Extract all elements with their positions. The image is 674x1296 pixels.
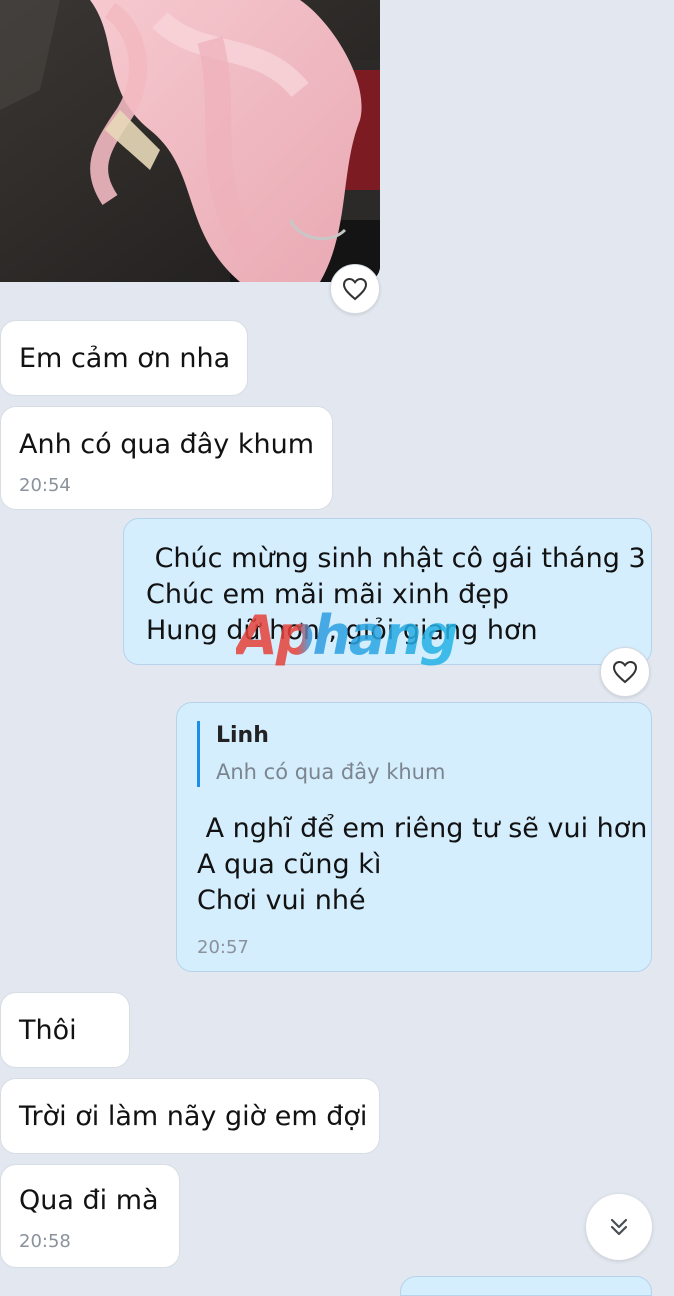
message-text: Trời ơi làm nãy giờ em đợi — [19, 1101, 368, 1132]
message-line: Chơi vui nhé — [197, 885, 366, 916]
bouquet-photo — [0, 0, 380, 282]
message-line: A nghĩ để em riêng tư sẽ vui hơn — [197, 813, 648, 844]
message-line: Hung dữ hơn , giỏi giang hơn — [146, 615, 538, 646]
react-button[interactable] — [600, 647, 650, 697]
heart-icon — [342, 277, 368, 301]
message-text: Thôi — [19, 1015, 77, 1046]
message-text: Anh có qua đây khum — [19, 429, 315, 460]
reply-quote[interactable]: Linh Anh có qua đây khum — [197, 721, 445, 787]
message-timestamp: 20:57 — [197, 937, 249, 958]
message-bubble-outgoing-partial[interactable] — [400, 1276, 652, 1296]
message-line: Chúc mừng sinh nhật cô gái tháng 3 — [146, 543, 646, 574]
scroll-to-bottom-button[interactable] — [586, 1194, 652, 1260]
message-line: Chúc em mãi mãi xinh đẹp — [146, 579, 510, 610]
message-text: Qua đi mà — [19, 1185, 159, 1216]
message-bubble-incoming[interactable]: Qua đi mà 20:58 — [0, 1164, 180, 1268]
message-bubble-incoming[interactable]: Anh có qua đây khum 20:54 — [0, 406, 333, 510]
quote-text: Anh có qua đây khum — [216, 760, 446, 784]
message-bubble-outgoing[interactable]: Chúc mừng sinh nhật cô gái tháng 3 Chúc … — [123, 518, 652, 665]
message-timestamp: 20:54 — [19, 475, 71, 496]
react-button[interactable] — [330, 264, 380, 314]
heart-icon — [612, 660, 638, 684]
message-bubble-incoming[interactable]: Trời ơi làm nãy giờ em đợi — [0, 1078, 380, 1154]
message-bubble-outgoing-reply[interactable]: Linh Anh có qua đây khum A nghĩ để em ri… — [176, 702, 652, 972]
message-body: A nghĩ để em riêng tư sẽ vui hơn A qua c… — [197, 811, 647, 919]
message-line: A qua cũng kì — [197, 849, 382, 880]
double-chevron-down-icon — [610, 1218, 628, 1236]
photo-message[interactable] — [0, 0, 380, 282]
message-text: Em cảm ơn nha — [19, 343, 231, 374]
message-bubble-incoming[interactable]: Em cảm ơn nha — [0, 320, 248, 396]
message-timestamp: 20:58 — [19, 1231, 71, 1252]
quote-author: Linh — [216, 723, 269, 748]
message-bubble-incoming[interactable]: Thôi — [0, 992, 130, 1068]
